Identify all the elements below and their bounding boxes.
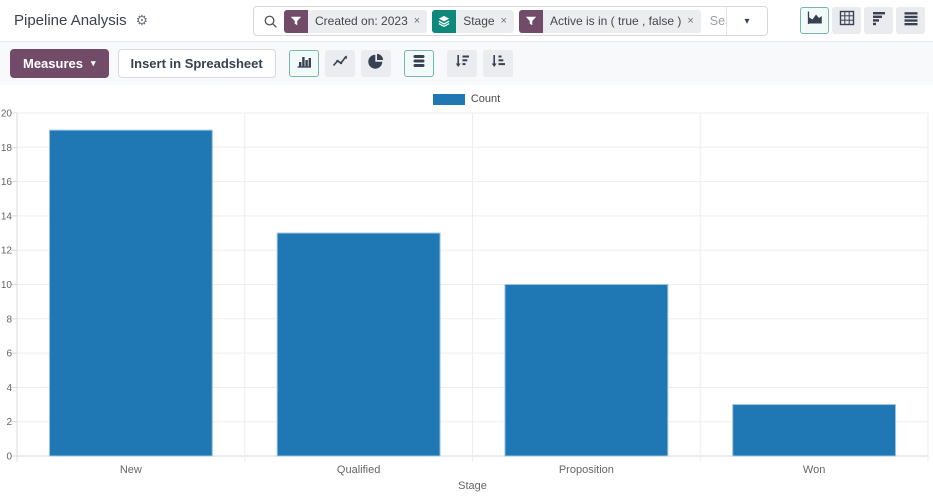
svg-text:18: 18 [1, 143, 13, 154]
view-switch-pivot[interactable] [832, 7, 861, 34]
stacked-toggle-button[interactable] [404, 50, 434, 77]
sort-group [447, 50, 513, 77]
facet-remove-icon[interactable]: × [501, 15, 507, 27]
search-icon [254, 14, 284, 29]
bar-chart-icon [296, 53, 312, 74]
layers-icon [432, 10, 456, 33]
legend-label: Count [471, 93, 500, 105]
svg-text:Proposition: Proposition [559, 464, 614, 476]
filter-icon [519, 10, 543, 33]
area-chart-icon [807, 10, 823, 31]
pie-chart-button[interactable] [361, 50, 391, 77]
svg-text:20: 20 [1, 109, 13, 120]
svg-text:Stage: Stage [458, 480, 487, 492]
svg-text:12: 12 [1, 246, 13, 257]
svg-text:14: 14 [1, 211, 13, 222]
view-switch-list[interactable] [896, 7, 925, 34]
line-chart-button[interactable] [325, 50, 355, 77]
view-switcher [800, 7, 925, 34]
facet-label: Active is in ( true , false ) [550, 14, 681, 28]
bar-chart-button[interactable] [289, 50, 319, 77]
filter-icon [284, 10, 308, 33]
stacked-group [404, 50, 434, 77]
sort-ascending-icon [490, 53, 506, 74]
view-switch-graph[interactable] [800, 7, 829, 34]
svg-text:4: 4 [6, 383, 12, 394]
stacked-icon [411, 53, 427, 74]
svg-text:2: 2 [6, 417, 12, 428]
list-icon [903, 10, 919, 31]
insert-in-spreadsheet-button[interactable]: Insert in Spreadsheet [118, 49, 276, 78]
svg-text:Qualified: Qualified [337, 464, 380, 476]
svg-text:10: 10 [1, 280, 13, 291]
svg-text:6: 6 [6, 349, 12, 360]
search-bar[interactable]: Created on: 2023 × Stage × [253, 6, 768, 36]
sort-descending-button[interactable] [447, 50, 477, 77]
facet-label: Created on: 2023 [315, 14, 408, 28]
search-facets: Created on: 2023 × Stage × [284, 10, 701, 33]
facet-remove-icon[interactable]: × [414, 15, 420, 27]
top-bar: Pipeline Analysis ⚙ Created on: 2023 × [0, 0, 933, 42]
facet-remove-icon[interactable]: × [687, 15, 693, 27]
svg-text:New: New [120, 464, 142, 476]
page-title: Pipeline Analysis [14, 12, 127, 29]
gear-icon[interactable]: ⚙ [136, 12, 149, 29]
legend-swatch [433, 94, 465, 105]
measures-button[interactable]: Measures ▾ [10, 49, 109, 78]
search-dropdown-toggle[interactable]: ▾ [726, 7, 767, 35]
control-panel: Measures ▾ Insert in Spreadsheet [0, 42, 933, 85]
pivot-table-icon [839, 10, 855, 31]
facet-stage: Stage × [432, 10, 514, 33]
view-switch-cohort[interactable] [864, 7, 893, 34]
bar-chart-svg[interactable]: 0 2 4 6 8 10 12 14 16 18 20 New Qualified Proposition… [0, 106, 933, 497]
sort-ascending-button[interactable] [483, 50, 513, 77]
line-chart-icon [332, 53, 348, 74]
chevron-down-icon: ▾ [91, 58, 96, 69]
svg-text:Won: Won [803, 464, 825, 476]
chart-area: Count 0 2 4 6 8 10 12 14 16 18 20 New Qualified Propo… [0, 85, 933, 497]
sort-descending-icon [454, 53, 470, 74]
chart-legend[interactable]: Count [0, 92, 933, 106]
svg-text:16: 16 [1, 177, 13, 188]
chevron-down-icon: ▾ [744, 16, 749, 27]
svg-text:8: 8 [6, 314, 12, 325]
facet-label: Stage [463, 14, 494, 28]
facet-active: Active is in ( true , false ) × [519, 10, 701, 33]
cohort-icon [871, 10, 887, 31]
chart-type-group [289, 50, 391, 77]
search-input[interactable]: Search... [710, 14, 726, 28]
facet-created-on: Created on: 2023 × [284, 10, 427, 33]
pie-chart-icon [368, 53, 384, 74]
svg-text:0: 0 [6, 452, 12, 463]
